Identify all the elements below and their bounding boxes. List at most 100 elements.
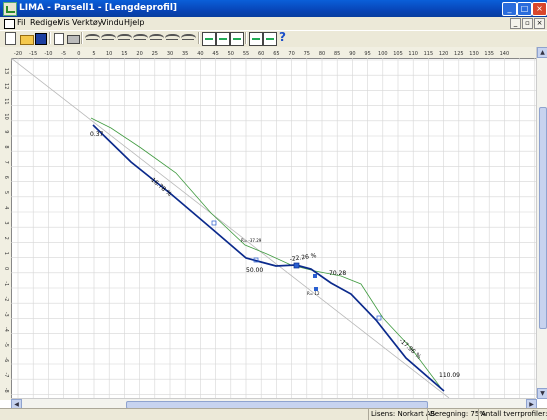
scroll-down-icon[interactable]: ▼ — [537, 388, 547, 399]
scroll-up-icon[interactable]: ▲ — [537, 47, 547, 58]
x-ruler-tick-label: 130 — [469, 51, 479, 57]
curve-tool-icon[interactable] — [133, 34, 148, 45]
curve-radius-label: R= 12 — [307, 291, 320, 296]
y-ruler-tick-label: 2 — [3, 237, 9, 240]
close-button[interactable]: × — [532, 2, 547, 16]
y-ruler-tick-label: -3 — [3, 312, 9, 317]
x-ruler-tick-label: 90 — [349, 51, 355, 57]
y-ruler-tick-label: -7 — [3, 373, 9, 378]
x-ruler-tick-label: 45 — [212, 51, 218, 57]
grade-label: -22.26 % — [289, 252, 317, 263]
terrain-icon[interactable] — [230, 32, 244, 46]
help-icon[interactable]: ? — [279, 30, 286, 44]
curve-tool-icon[interactable] — [85, 34, 100, 45]
grid — [11, 58, 536, 398]
minimize-button[interactable]: _ — [502, 2, 517, 16]
open-icon[interactable] — [20, 35, 34, 45]
toolbar-separator — [198, 32, 200, 44]
mdi-close-button[interactable]: × — [534, 18, 545, 29]
new-icon[interactable] — [5, 32, 16, 45]
terrain-line — [90, 117, 442, 389]
menu-fil[interactable]: Fil — [17, 18, 25, 27]
vertex-marker[interactable] — [376, 315, 382, 321]
title-bar: LIMA - Parsell1 - [Lengdeprofil] _ □ × — [0, 0, 547, 17]
vertex-marker[interactable] — [293, 262, 300, 269]
y-ruler-tick-label: 9 — [3, 130, 9, 133]
y-ruler-tick-label: 10 — [3, 113, 9, 119]
y-ruler-tick-label: 11 — [3, 98, 9, 104]
y-ruler-tick-label: -2 — [3, 297, 9, 302]
x-ruler-tick-label: 65 — [273, 51, 279, 57]
table-icon[interactable] — [263, 32, 277, 46]
status-cross-sections: Antall tverrprofiler: 12 — [478, 409, 547, 420]
vertical-scroll-thumb[interactable] — [539, 107, 547, 329]
x-ruler-tick-label: 5 — [92, 51, 95, 57]
cross-section-icon[interactable] — [216, 32, 230, 46]
station-value-label: 70.28 — [329, 270, 346, 277]
x-ruler-tick-label: 135 — [484, 51, 494, 57]
x-ruler-tick-label: 120 — [439, 51, 449, 57]
profile-plot[interactable]: 0.37 -16.78 % R= -37.29 50.00 -22.26 % 7… — [11, 58, 536, 398]
profile-canvas[interactable]: 0.37 -16.78 % R= -37.29 50.00 -22.26 % 7… — [11, 58, 536, 398]
start-value-label: 0.37 — [90, 131, 104, 138]
y-ruler-tick-label: 8 — [3, 145, 9, 148]
end-value-label: 110.09 — [439, 372, 460, 379]
y-ruler-tick-label: 5 — [3, 191, 9, 194]
curve-tool-icon[interactable] — [181, 34, 196, 45]
x-ruler-tick-label: 0 — [77, 51, 80, 57]
y-ruler-tick-label: 4 — [3, 206, 9, 209]
menu-hjelp[interactable]: Hjelp — [124, 18, 144, 27]
y-ruler-tick-label: 3 — [3, 221, 9, 224]
status-bar: Lisens: Norkart AS Beregning: 75% Antall… — [0, 408, 547, 420]
x-ruler-tick-label: 110 — [408, 51, 418, 57]
x-ruler-tick-label: 60 — [258, 51, 264, 57]
y-ruler-tick-label: 13 — [3, 68, 9, 74]
x-ruler-tick-label: 10 — [106, 51, 112, 57]
horizontal-ruler-scale: -20 -15 -10 -5 0 5 10 15 20 25 30 35 40 45 50 55 60 65 70 7… — [14, 51, 510, 57]
text-icon[interactable] — [249, 32, 263, 46]
x-ruler-tick-label: 85 — [334, 51, 340, 57]
vertical-scrollbar[interactable]: ▲ ▼ — [536, 47, 547, 399]
save-icon[interactable] — [35, 33, 47, 45]
x-ruler-tick-label: 35 — [182, 51, 188, 57]
menu-rediger[interactable]: Rediger — [30, 18, 61, 27]
y-ruler-tick-label: -4 — [3, 327, 9, 332]
profile-document: -20 -15 -10 -5 0 5 10 15 20 25 30 35 40 45 50 55 60 65 70 7… — [0, 47, 547, 410]
x-ruler-tick-label: 105 — [393, 51, 403, 57]
x-ruler-tick-label: 100 — [378, 51, 388, 57]
curve-tool-icon[interactable] — [101, 34, 116, 45]
x-ruler-tick-label: -20 — [14, 51, 22, 57]
y-ruler-tick-label: -5 — [3, 342, 9, 347]
toolbar-separator — [49, 32, 51, 44]
x-ruler-tick-label: 95 — [364, 51, 370, 57]
curve-tool-icon[interactable] — [117, 34, 132, 45]
maximize-button[interactable]: □ — [517, 2, 532, 16]
menu-verktoy[interactable]: Verktøy — [72, 18, 102, 27]
document-icon[interactable] — [4, 19, 15, 29]
x-ruler-tick-label: 80 — [319, 51, 325, 57]
app-icon[interactable] — [3, 2, 17, 16]
reference-line — [11, 58, 450, 398]
toolbar-separator — [81, 32, 83, 44]
y-ruler-tick-label: 12 — [3, 83, 9, 89]
x-ruler-tick-label: 70 — [288, 51, 294, 57]
mdi-minimize-button[interactable]: _ — [510, 18, 521, 29]
toolbar-separator — [245, 32, 247, 44]
x-ruler-tick-label: 140 — [500, 51, 510, 57]
curve-tool-icon[interactable] — [149, 34, 164, 45]
menu-vindu[interactable]: Vindu — [101, 18, 124, 27]
profile-view-icon[interactable] — [202, 32, 216, 46]
window-title: LIMA - Parsell1 - [Lengdeprofil] — [19, 3, 178, 13]
x-ruler-tick-label: 125 — [454, 51, 464, 57]
y-ruler-tick-label: -6 — [3, 357, 9, 362]
curve-tool-icon[interactable] — [165, 34, 180, 45]
preview-icon[interactable] — [54, 33, 64, 45]
x-ruler-tick-label: 40 — [197, 51, 203, 57]
x-ruler-tick-label: 75 — [304, 51, 310, 57]
vertex-marker[interactable] — [313, 274, 317, 278]
print-icon[interactable] — [67, 35, 80, 44]
y-ruler-tick-label: 6 — [3, 176, 9, 179]
menu-vis[interactable]: Vis — [58, 18, 70, 27]
mdi-restore-button[interactable]: ▫ — [522, 18, 533, 29]
x-ruler-tick-label: 20 — [136, 51, 142, 57]
